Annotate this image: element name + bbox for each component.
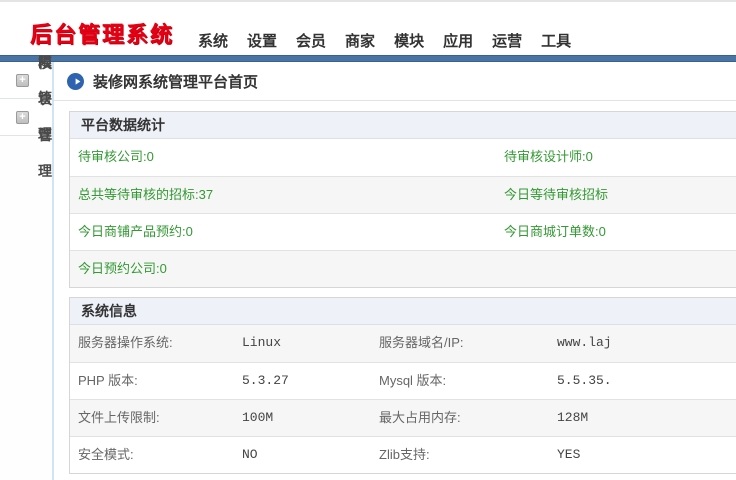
- stat-today-mall-orders: 今日商城订单数:0: [504, 214, 736, 250]
- system-info-panel: 系统信息 服务器操作系统: Linux 服务器域名/IP: www.laj PH…: [69, 297, 736, 474]
- stats-row: 待审核公司:0 待审核设计师:0: [70, 139, 736, 176]
- label-zlib-support: Zlib支持:: [379, 437, 557, 473]
- sidebar: + 权限管理 + 模块管理: [0, 62, 52, 480]
- sidebar-item-label: 模块管理: [38, 45, 52, 189]
- arrow-circle-icon: [67, 73, 84, 90]
- stats-panel: 平台数据统计 待审核公司:0 待审核设计师:0 总共等待审核的招标:37 今日等…: [69, 111, 736, 288]
- stat-total-pending-bids: 总共等待审核的招标:37: [78, 177, 504, 213]
- stats-panel-title: 平台数据统计: [70, 112, 736, 139]
- system-panel-title: 系统信息: [70, 298, 736, 325]
- value-mysql-version: 5.5.35.: [557, 363, 736, 399]
- system-row: 安全模式: NO Zlib支持: YES: [70, 436, 736, 473]
- stat-empty-cell: [504, 251, 736, 287]
- page-title-bar: 装修网系统管理平台首页: [54, 62, 736, 101]
- sidebar-item-modules[interactable]: + 模块管理: [0, 99, 52, 136]
- nav-divider-bar: [0, 55, 736, 62]
- nav-item-apps[interactable]: 应用: [443, 30, 473, 51]
- nav-item-modules[interactable]: 模块: [394, 30, 424, 51]
- nav-item-members[interactable]: 会员: [296, 30, 326, 51]
- plus-expand-icon[interactable]: +: [16, 74, 29, 87]
- nav-item-merchants[interactable]: 商家: [345, 30, 375, 51]
- system-row: 服务器操作系统: Linux 服务器域名/IP: www.laj: [70, 325, 736, 362]
- app-logo: 后台管理系统: [30, 17, 174, 49]
- stats-row: 今日商铺产品预约:0 今日商城订单数:0: [70, 213, 736, 250]
- stat-pending-companies: 待审核公司:0: [78, 139, 504, 176]
- nav-item-operations[interactable]: 运营: [492, 30, 522, 51]
- system-row: PHP 版本: 5.3.27 Mysql 版本: 5.5.35.: [70, 362, 736, 399]
- label-mysql-version: Mysql 版本:: [379, 363, 557, 399]
- topbar: 后台管理系统 系统 设置 会员 商家 模块 应用 运营 工具: [0, 2, 736, 55]
- value-zlib-support: YES: [557, 437, 736, 473]
- stat-today-pending-bids: 今日等待审核招标: [504, 177, 736, 213]
- value-php-version: 5.3.27: [242, 363, 379, 399]
- label-php-version: PHP 版本:: [78, 363, 242, 399]
- plus-expand-icon[interactable]: +: [16, 111, 29, 124]
- value-server-domain: www.laj: [557, 325, 736, 362]
- stat-today-booked-companies: 今日预约公司:0: [78, 251, 504, 287]
- main-region: + 权限管理 + 模块管理 装修网系统管理平台首页 平台数据统计 待审核公司:0…: [0, 62, 736, 480]
- label-safe-mode: 安全模式:: [78, 437, 242, 473]
- nav-item-tools[interactable]: 工具: [541, 30, 571, 51]
- nav-item-system[interactable]: 系统: [198, 30, 228, 51]
- page-title: 装修网系统管理平台首页: [93, 71, 258, 92]
- content-body: 平台数据统计 待审核公司:0 待审核设计师:0 总共等待审核的招标:37 今日等…: [54, 101, 736, 474]
- nav-item-settings[interactable]: 设置: [247, 30, 277, 51]
- value-upload-limit: 100M: [242, 400, 379, 436]
- value-safe-mode: NO: [242, 437, 379, 473]
- stat-today-shop-bookings: 今日商铺产品预约:0: [78, 214, 504, 250]
- stat-pending-designers: 待审核设计师:0: [504, 139, 736, 176]
- label-max-memory: 最大占用内存:: [379, 400, 557, 436]
- label-server-domain: 服务器域名/IP:: [379, 325, 557, 362]
- value-max-memory: 128M: [557, 400, 736, 436]
- content-area: 装修网系统管理平台首页 平台数据统计 待审核公司:0 待审核设计师:0 总共等待…: [54, 62, 736, 480]
- system-row: 文件上传限制: 100M 最大占用内存: 128M: [70, 399, 736, 436]
- value-server-os: Linux: [242, 325, 379, 362]
- stats-row: 今日预约公司:0: [70, 250, 736, 287]
- stats-row: 总共等待审核的招标:37 今日等待审核招标: [70, 176, 736, 213]
- label-server-os: 服务器操作系统:: [78, 325, 242, 362]
- main-nav: 系统 设置 会员 商家 模块 应用 运营 工具: [198, 30, 571, 51]
- label-upload-limit: 文件上传限制:: [78, 400, 242, 436]
